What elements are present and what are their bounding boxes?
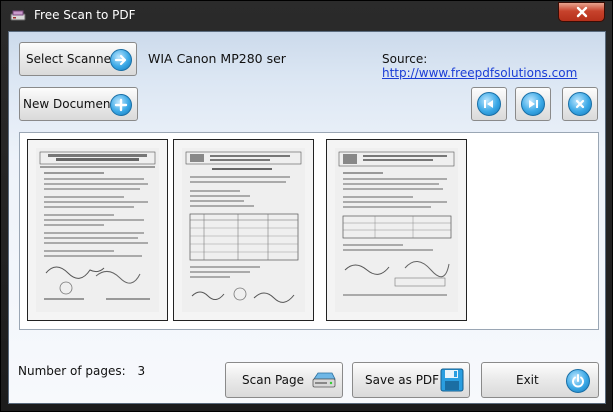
close-icon <box>576 6 587 18</box>
page-thumbnail[interactable] <box>326 139 467 321</box>
page-count-status: Number of pages: 3 <box>18 364 145 378</box>
first-page-icon <box>477 92 501 116</box>
app-window: Free Scan to PDF Select Scanner WIA Cano… <box>0 0 613 412</box>
last-page-button[interactable] <box>515 87 551 121</box>
scanned-page-image <box>36 148 159 312</box>
save-as-pdf-button[interactable]: Save as PDF <box>352 362 470 398</box>
plus-icon <box>110 94 132 116</box>
select-scanner-label: Select Scanner <box>26 52 116 66</box>
exit-button[interactable]: Exit <box>481 362 599 398</box>
delete-icon <box>568 92 592 116</box>
delete-page-button[interactable] <box>562 87 598 121</box>
source-label: Source: <box>382 52 428 66</box>
floppy-disk-icon <box>440 368 464 395</box>
pages-count: 3 <box>137 364 146 378</box>
page-thumbnail-area[interactable] <box>19 132 599 330</box>
scan-page-label: Scan Page <box>242 373 305 387</box>
page-thumbnail[interactable] <box>27 139 168 321</box>
scan-page-button[interactable]: Scan Page <box>225 362 343 398</box>
scanner-icon <box>312 369 336 394</box>
window-title: Free Scan to PDF <box>34 8 136 22</box>
last-page-icon <box>521 92 545 116</box>
client-area: Select Scanner WIA Canon MP280 ser Sourc… <box>8 31 606 404</box>
app-scanner-icon <box>10 10 26 22</box>
save-as-pdf-label: Save as PDF <box>365 373 440 387</box>
first-page-button[interactable] <box>471 87 507 121</box>
new-document-label: New Document <box>23 97 116 111</box>
source-info: Source: http://www.freepdfsolutions.com <box>382 52 605 80</box>
arrow-right-icon <box>110 49 132 71</box>
new-document-button[interactable]: New Document <box>19 87 138 121</box>
window-close-button[interactable] <box>558 2 605 22</box>
source-link[interactable]: http://www.freepdfsolutions.com <box>382 66 577 80</box>
scanned-page-image <box>335 148 458 312</box>
page-thumbnail[interactable] <box>173 139 314 321</box>
scanned-page-image <box>182 148 305 312</box>
power-icon <box>566 369 590 393</box>
exit-label: Exit <box>516 373 539 387</box>
select-scanner-button[interactable]: Select Scanner <box>19 42 137 76</box>
scanner-name: WIA Canon MP280 ser <box>148 51 286 66</box>
pages-label: Number of pages: <box>18 364 126 378</box>
title-bar[interactable]: Free Scan to PDF <box>1 1 612 31</box>
